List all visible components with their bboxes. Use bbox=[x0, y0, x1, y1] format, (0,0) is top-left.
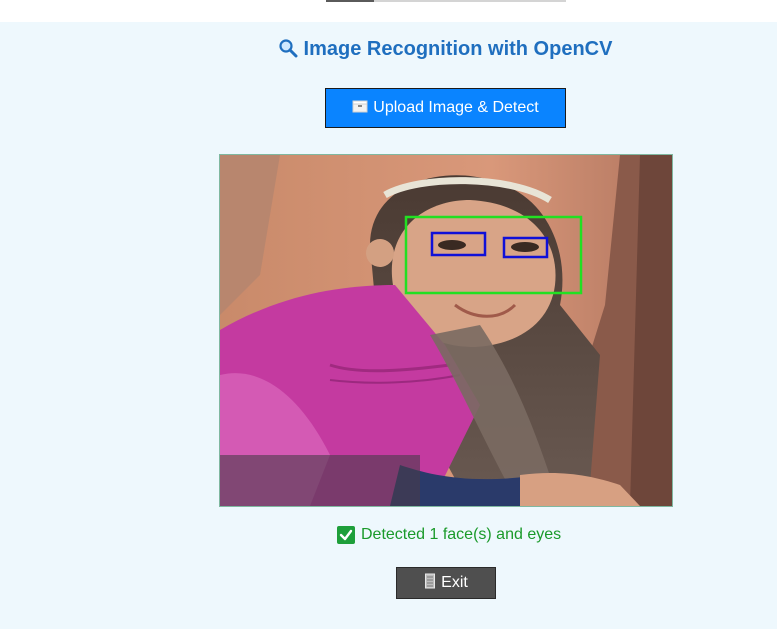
window-top-strip bbox=[0, 0, 777, 22]
exit-button-label: Exit bbox=[441, 574, 468, 591]
exit-button[interactable]: Exit bbox=[396, 567, 496, 599]
result-image bbox=[219, 154, 673, 507]
scroll-indicator bbox=[326, 0, 374, 2]
page-title-row: Image Recognition with OpenCV bbox=[0, 36, 777, 65]
scroll-track bbox=[374, 0, 566, 2]
upload-button-label: Upload Image & Detect bbox=[373, 99, 539, 116]
magnifier-icon bbox=[278, 38, 298, 65]
checkmark-icon bbox=[337, 526, 355, 544]
door-icon bbox=[424, 573, 436, 594]
package-icon bbox=[352, 99, 368, 118]
status-text: Detected 1 face(s) and eyes bbox=[361, 526, 562, 543]
detection-status: Detected 1 face(s) and eyes bbox=[337, 525, 561, 545]
page-title: Image Recognition with OpenCV bbox=[303, 38, 613, 60]
upload-detect-button[interactable]: Upload Image & Detect bbox=[325, 88, 566, 128]
